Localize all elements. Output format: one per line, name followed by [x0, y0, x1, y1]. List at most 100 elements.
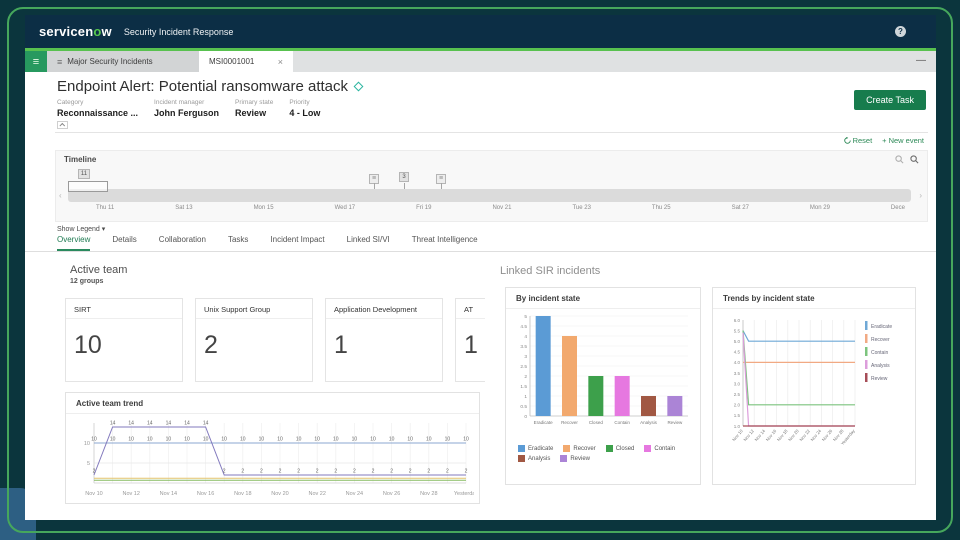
- timeline-actions: Reset + New event: [843, 136, 924, 145]
- field-category: Category Reconnaissance ...: [57, 99, 139, 118]
- svg-text:3.0: 3.0: [734, 381, 741, 386]
- list-icon: ≡: [57, 56, 63, 67]
- svg-text:2: 2: [372, 469, 375, 475]
- plus-icon: +: [882, 136, 887, 145]
- timeline-band[interactable]: [68, 189, 911, 202]
- marker-stem: [441, 183, 442, 189]
- legend-swatch: [644, 445, 652, 452]
- timeline-event-count-badge[interactable]: 11: [78, 169, 90, 179]
- svg-text:2: 2: [241, 469, 244, 475]
- collapse-chevron-icon[interactable]: [57, 121, 68, 129]
- svg-text:14: 14: [166, 421, 172, 427]
- product-name: Security Incident Response: [123, 26, 234, 37]
- svg-text:10: 10: [389, 437, 395, 443]
- svg-text:Yesterday: Yesterday: [454, 491, 474, 497]
- timeline-selection[interactable]: [68, 181, 108, 192]
- field-primary-state: Primary state Review: [235, 99, 274, 118]
- svg-text:10: 10: [296, 437, 302, 443]
- tab-major-security-incidents[interactable]: ≡ Major Security Incidents: [47, 51, 199, 72]
- close-icon[interactable]: ×: [278, 57, 283, 67]
- tab-threat-intelligence[interactable]: Threat Intelligence: [412, 235, 478, 251]
- svg-text:1.5: 1.5: [520, 384, 527, 390]
- tab-tasks[interactable]: Tasks: [228, 235, 248, 251]
- svg-text:2: 2: [427, 469, 430, 475]
- team-card-sirt[interactable]: SIRT 10: [65, 298, 183, 382]
- zoom-in-icon[interactable]: [910, 155, 919, 164]
- tab-incident-impact[interactable]: Incident Impact: [270, 235, 324, 251]
- svg-text:Eradicate: Eradicate: [871, 324, 892, 330]
- new-event-link[interactable]: + New event: [882, 136, 924, 145]
- svg-text:2: 2: [409, 469, 412, 475]
- tab-overflow-icon[interactable]: —: [916, 55, 926, 66]
- svg-text:2: 2: [446, 469, 449, 475]
- tab-collaboration[interactable]: Collaboration: [159, 235, 206, 251]
- svg-text:10: 10: [352, 437, 358, 443]
- svg-text:2: 2: [316, 469, 319, 475]
- timeline-event-count-badge[interactable]: 3: [399, 172, 409, 182]
- svg-text:2: 2: [260, 469, 263, 475]
- tab-overview[interactable]: Overview: [57, 235, 91, 251]
- legend-swatch: [518, 445, 525, 452]
- svg-text:2: 2: [390, 469, 393, 475]
- svg-text:Review: Review: [871, 376, 888, 382]
- show-legend-toggle[interactable]: Show Legend ▾: [57, 225, 105, 233]
- svg-text:Nov 20: Nov 20: [271, 491, 288, 497]
- svg-text:10: 10: [128, 437, 134, 443]
- trends-by-incident-state-card: Trends by incident state 1.0 1.5 2.0 2.5 3.0…: [712, 287, 916, 485]
- svg-text:Eradicate: Eradicate: [534, 420, 554, 425]
- tab-linked-sivi[interactable]: Linked SI/VI: [347, 235, 390, 251]
- svg-text:2: 2: [465, 469, 468, 475]
- svg-text:10: 10: [184, 437, 190, 443]
- svg-text:2.5: 2.5: [520, 364, 527, 370]
- timeline-prev-icon[interactable]: ‹: [59, 191, 62, 200]
- svg-text:10: 10: [314, 437, 320, 443]
- team-card-unix-support-group[interactable]: Unix Support Group 2: [195, 298, 313, 382]
- active-team-trend-chart: 5 10 10 10 10 10 10 10 10 10 10 10 10 10 10 10 10 10 10 10 1…: [66, 414, 479, 517]
- svg-text:10: 10: [84, 441, 90, 447]
- tab-details[interactable]: Details: [112, 235, 136, 251]
- svg-text:Nov 22: Nov 22: [308, 491, 325, 497]
- svg-text:5.5: 5.5: [734, 328, 741, 333]
- linked-sir-title: Linked SIR incidents: [500, 265, 601, 277]
- zoom-out-icon[interactable]: [895, 155, 904, 164]
- svg-text:2: 2: [297, 469, 300, 475]
- reset-icon: [843, 137, 851, 144]
- by-incident-state-chart: 0 0.5 1 1.5 2 2.5 3 3.5 4 4.5 5 Eradicate Recover Clo…: [506, 309, 700, 443]
- svg-text:10: 10: [426, 437, 432, 443]
- marker-stem: [404, 183, 405, 189]
- svg-text:10: 10: [277, 437, 283, 443]
- svg-text:4: 4: [524, 334, 527, 340]
- svg-text:Nov 24: Nov 24: [346, 491, 363, 497]
- hamburger-menu-icon[interactable]: ≡: [25, 51, 47, 72]
- team-card-application-development[interactable]: Application Development 1: [325, 298, 443, 382]
- svg-text:2: 2: [334, 469, 337, 475]
- timeline-next-icon[interactable]: ›: [919, 191, 922, 200]
- create-task-button[interactable]: Create Task: [854, 90, 926, 110]
- record-fields: Category Reconnaissance ... Incident man…: [57, 99, 320, 118]
- legend-item: Review: [560, 455, 590, 462]
- legend-item: Recover: [563, 445, 596, 452]
- svg-text:0: 0: [524, 414, 527, 420]
- field-priority: Priority 4 - Low: [289, 99, 321, 118]
- svg-text:14: 14: [147, 421, 153, 427]
- svg-text:2: 2: [279, 469, 282, 475]
- tab-msi0001001[interactable]: MSI0001001 ×: [199, 51, 293, 72]
- legend-item: Contain: [644, 445, 675, 452]
- help-icon[interactable]: ?: [895, 26, 906, 37]
- svg-text:Nov 28: Nov 28: [420, 491, 437, 497]
- svg-text:10: 10: [91, 437, 97, 443]
- svg-text:10: 10: [203, 437, 209, 443]
- marker-stem: [374, 183, 375, 189]
- svg-text:2: 2: [353, 469, 356, 475]
- by-incident-state-legend: Eradicate Recover Closed Contain Analysis Rev…: [506, 443, 700, 464]
- legend-swatch: [518, 455, 525, 462]
- team-card-clipped[interactable]: AT 1: [455, 298, 485, 382]
- page-title: Endpoint Alert: Potential ransomware att…: [57, 78, 364, 95]
- svg-text:2: 2: [93, 469, 96, 475]
- record-tabs: Overview Details Collaboration Tasks Inc…: [25, 235, 936, 252]
- divider: [55, 132, 928, 133]
- svg-text:Recover: Recover: [561, 420, 578, 425]
- by-incident-state-card: By incident state 0 0.5 1 1.5 2 2.5 3 3.5 4 4.5 5 E…: [505, 287, 701, 485]
- reset-link[interactable]: Reset: [843, 136, 872, 145]
- chart-title: Active team trend: [66, 393, 479, 414]
